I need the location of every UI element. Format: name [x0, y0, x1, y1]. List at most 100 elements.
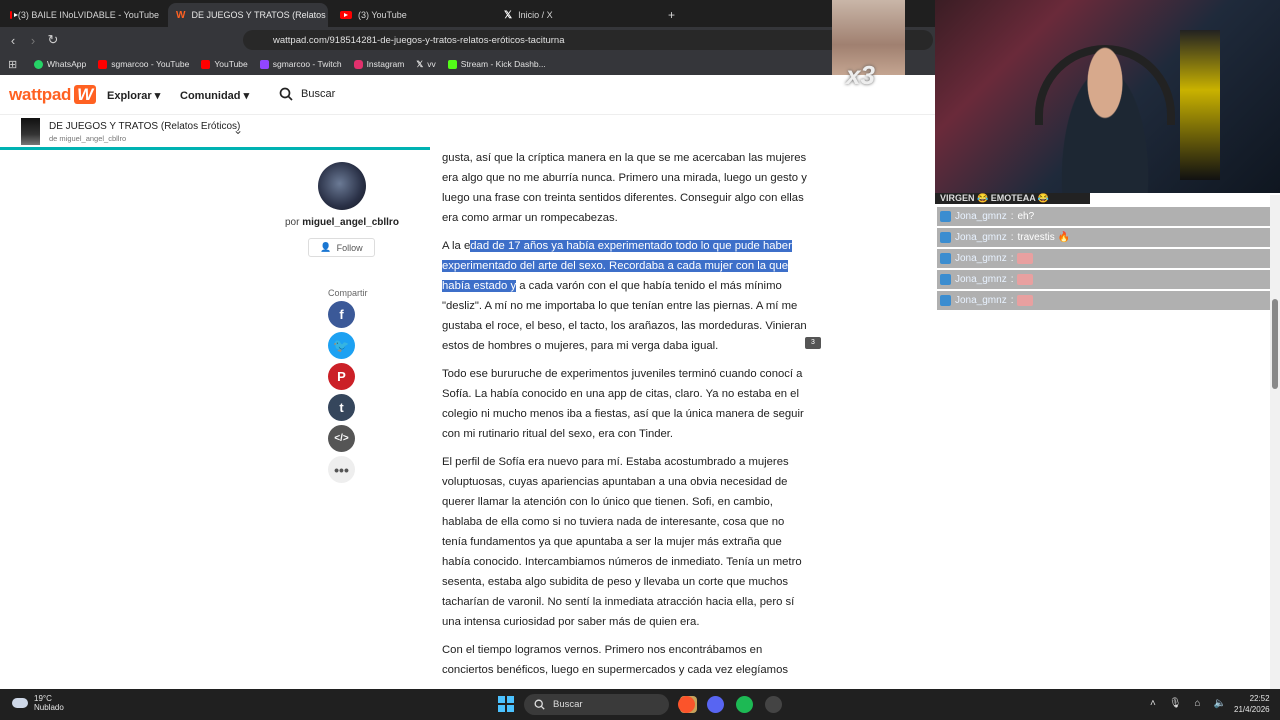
story-author[interactable]: de miguel_angel_cbllro — [49, 134, 126, 143]
bookmark-label: vv — [427, 59, 436, 69]
back-icon[interactable]: ‹ — [3, 33, 23, 48]
browser-tab-strip: (3) BAILE INoLVIDABLE - YouTube W DE JUE… — [0, 0, 935, 27]
date: 21/4/2026 — [1234, 705, 1270, 714]
paragraph: El perfil de Sofía era nuevo para mí. Es… — [442, 456, 802, 628]
author-username[interactable]: miguel_angel_cbllro — [302, 217, 399, 228]
add-user-icon: 👤 — [320, 242, 332, 252]
tab-x[interactable]: 𝕏 Inicio / X — [496, 3, 656, 27]
inline-comment-badge[interactable]: 3 — [805, 337, 821, 349]
chat-username: Jona_gmnz — [955, 295, 1007, 306]
wattpad-icon: W — [176, 9, 186, 21]
chat-message: Jona_gmnz: travestis 🔥 — [937, 228, 1270, 247]
chat-separator: : — [1010, 232, 1014, 243]
bookmark-twitch[interactable]: sgmarcoo - Twitch — [259, 59, 342, 69]
apps-grid-icon[interactable]: ⊞ — [8, 58, 17, 71]
story-text: gusta, así que la críptica manera en la … — [442, 148, 807, 688]
more-options-icon[interactable]: ••• — [328, 456, 355, 483]
bookmark-youtube[interactable]: YouTube — [201, 59, 248, 69]
chat-separator: : — [1010, 295, 1014, 306]
story-cover[interactable] — [21, 118, 40, 145]
spotify-icon[interactable] — [736, 696, 753, 713]
bookmark-label: Instagram — [366, 59, 405, 69]
bookmark-label: sgmarcoo - YouTube — [111, 59, 190, 69]
tab-label: (3) BAILE INoLVIDABLE - YouTube — [17, 10, 159, 20]
chevron-down-icon[interactable]: ⌄ — [233, 123, 243, 137]
chat-username: Jona_gmnz — [955, 211, 1007, 222]
search-label: Buscar — [301, 88, 336, 100]
bookmark-label: YouTube — [214, 59, 248, 69]
tab-youtube[interactable]: (3) YouTube — [332, 3, 492, 27]
bookmark-sgmarcoo-youtube[interactable]: sgmarcoo - YouTube — [98, 59, 189, 69]
page-scrollbar[interactable] — [1270, 195, 1280, 690]
pig-emote-icon — [1017, 274, 1034, 285]
chat-message: Jona_gmnz: — [937, 270, 1270, 289]
explore-menu[interactable]: Explorar ▾ — [107, 89, 160, 102]
taskbar-search[interactable]: Buscar — [524, 694, 669, 715]
tab-label: DE JUEGOS Y TRATOS (Relatos E — [191, 10, 328, 20]
clock[interactable]: 22:52 21/4/2026 — [1234, 693, 1270, 715]
time: 22:52 — [1249, 694, 1270, 703]
network-icon[interactable]: ⌂ — [1195, 698, 1201, 709]
x-icon: 𝕏 — [416, 58, 424, 69]
paragraph: Con el tiempo logramos vernos. Primero n… — [442, 644, 789, 676]
chevron-up-icon[interactable]: ˄ — [1150, 698, 1156, 709]
weather-widget[interactable]: 19°C Nublado — [12, 694, 64, 712]
wattpad-header: wattpad W Explorar ▾ Comunidad ▾ Buscar — [0, 77, 935, 115]
subscriber-badge-icon — [940, 274, 951, 285]
kick-icon — [447, 59, 457, 69]
bookmark-instagram[interactable]: Instagram — [353, 59, 405, 69]
chat-separator: : — [1010, 274, 1014, 285]
paragraph: A la edad de 17 años ya había experiment… — [442, 236, 807, 356]
taskbar-search-label: Buscar — [553, 699, 583, 710]
whatsapp-icon — [34, 59, 43, 69]
forward-icon[interactable]: › — [23, 33, 43, 48]
browser-toolbar: ‹ › ↻ ☆ wattpad.com/918514281-de-juegos-… — [0, 27, 935, 53]
scrollbar-thumb[interactable] — [1272, 299, 1278, 389]
author-avatar[interactable] — [318, 162, 366, 210]
discord-icon[interactable] — [707, 696, 724, 713]
youtube-icon — [98, 59, 108, 69]
reload-icon[interactable]: ↻ — [43, 32, 63, 48]
new-tab-button[interactable]: + — [660, 3, 680, 27]
follow-label: Follow — [336, 242, 363, 253]
chat-message: Jona_gmnz: — [937, 291, 1270, 310]
emote-banner: VIRGEN 😂 EMOTEAA 😂 — [935, 193, 1090, 204]
start-button[interactable] — [498, 696, 514, 712]
wattpad-logo[interactable]: wattpad W — [9, 85, 96, 105]
follow-button[interactable]: 👤 Follow — [308, 238, 375, 257]
volume-icon[interactable]: 🔈 — [1214, 698, 1226, 709]
twitter-share-icon[interactable]: 🐦 — [328, 332, 355, 359]
address-bar[interactable]: wattpad.com/918514281-de-juegos-y-tratos… — [243, 30, 933, 50]
logo-text: wattpad — [9, 85, 72, 104]
tab-label: (3) YouTube — [358, 10, 407, 20]
search-button[interactable]: Buscar — [279, 87, 335, 101]
community-menu[interactable]: Comunidad ▾ — [180, 89, 249, 102]
temperature: 19°C — [34, 694, 52, 703]
bookmark-kick[interactable]: Stream - Kick Dashb... — [447, 59, 546, 69]
microphone-icon[interactable]: 🎙 — [1169, 698, 1182, 709]
bookmark-vv[interactable]: 𝕏vv — [416, 59, 435, 70]
community-label: Comunidad — [180, 90, 241, 102]
pinterest-share-icon[interactable]: P — [328, 363, 355, 390]
chat-separator: : — [1010, 211, 1014, 222]
chat-message: Jona_gmnz: — [937, 249, 1270, 268]
facebook-share-icon[interactable]: f — [328, 301, 355, 328]
x-icon: 𝕏 — [504, 9, 513, 21]
story-title[interactable]: DE JUEGOS Y TRATOS (Relatos Eróticos) — [49, 121, 240, 132]
gaming-chair — [1180, 30, 1220, 180]
subscriber-badge-icon — [940, 253, 951, 264]
twitch-icon — [259, 59, 269, 69]
tumblr-share-icon[interactable]: t — [328, 394, 355, 421]
tab-wattpad[interactable]: W DE JUEGOS Y TRATOS (Relatos E ✕ — [168, 3, 328, 27]
tab-baile-youtube[interactable]: (3) BAILE INoLVIDABLE - YouTube — [2, 3, 167, 27]
weather-condition: Nublado — [34, 703, 64, 712]
chat-message: Jona_gmnz: eh? — [937, 207, 1270, 226]
subscriber-badge-icon — [940, 211, 951, 222]
chat-username: Jona_gmnz — [955, 253, 1007, 264]
by-label: por — [285, 217, 300, 228]
brave-browser-icon[interactable] — [678, 696, 695, 713]
bookmark-whatsapp[interactable]: WhatsApp — [34, 59, 86, 69]
obs-icon[interactable] — [765, 696, 782, 713]
embed-share-icon[interactable]: </> — [328, 425, 355, 452]
chat-text: travestis 🔥 — [1017, 232, 1070, 243]
